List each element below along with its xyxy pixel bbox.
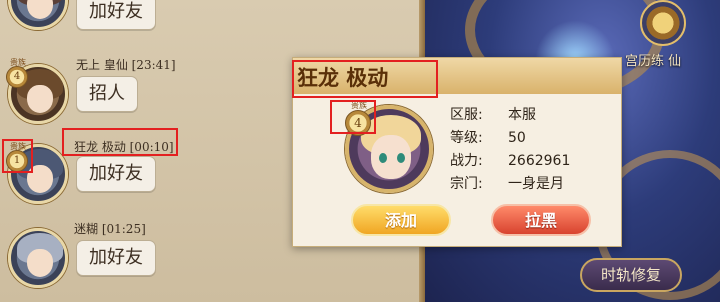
rank-title: 贵族 <box>10 58 26 67</box>
info-value: 50 <box>508 130 526 146</box>
sender-name: 无上 皇仙 [23:41] <box>76 58 176 72</box>
chat-bubble: 招人 <box>76 76 138 112</box>
rank-badge: 贵族 4 <box>345 101 371 136</box>
time-repair-button[interactable]: 时轨修复 <box>580 258 682 292</box>
info-level: 等级: 50 <box>450 127 526 147</box>
info-value: 本服 <box>508 107 536 123</box>
player-profile-popup: 狂龙 极动 贵族 4 区服: 本服 等级: 50 战力: 2662961 宗门: 一身是… <box>292 57 622 247</box>
rank-title: 贵族 <box>10 142 26 151</box>
rank-badge: 贵族 4 <box>6 58 28 88</box>
info-value: 一身是月 <box>508 176 564 192</box>
rank-title: 贵族 <box>351 101 367 110</box>
rank-badge: 贵族 1 <box>6 142 28 172</box>
trial-icon[interactable] <box>640 0 686 46</box>
info-value: 2662961 <box>508 153 571 169</box>
player-avatar[interactable] <box>8 0 68 30</box>
info-power: 战力: 2662961 <box>450 150 570 170</box>
info-label: 宗门: <box>450 176 483 192</box>
player-avatar[interactable] <box>8 228 68 288</box>
info-sect: 宗门: 一身是月 <box>450 173 564 193</box>
chat-bubble: 加好友 <box>76 0 156 30</box>
block-button[interactable]: 拉黑 <box>491 204 591 236</box>
player-name: 狂龙 极动 <box>297 65 389 90</box>
sender-name: 狂龙 极动 [00:10] <box>74 140 174 154</box>
trial-label: 宫历练 仙 <box>625 54 682 69</box>
rank-level: 4 <box>13 71 21 82</box>
add-friend-button[interactable]: 添加 <box>351 204 451 236</box>
info-label: 区服: <box>450 107 483 123</box>
rank-level: 1 <box>13 155 21 166</box>
info-label: 战力: <box>450 153 483 169</box>
sender-name: 迷糊 [01:25] <box>74 222 146 236</box>
chat-bubble: 加好友 <box>76 240 156 276</box>
info-server: 区服: 本服 <box>450 104 536 124</box>
rank-level: 4 <box>354 116 362 130</box>
info-label: 等级: <box>450 130 483 146</box>
chat-bubble: 加好友 <box>76 156 156 192</box>
